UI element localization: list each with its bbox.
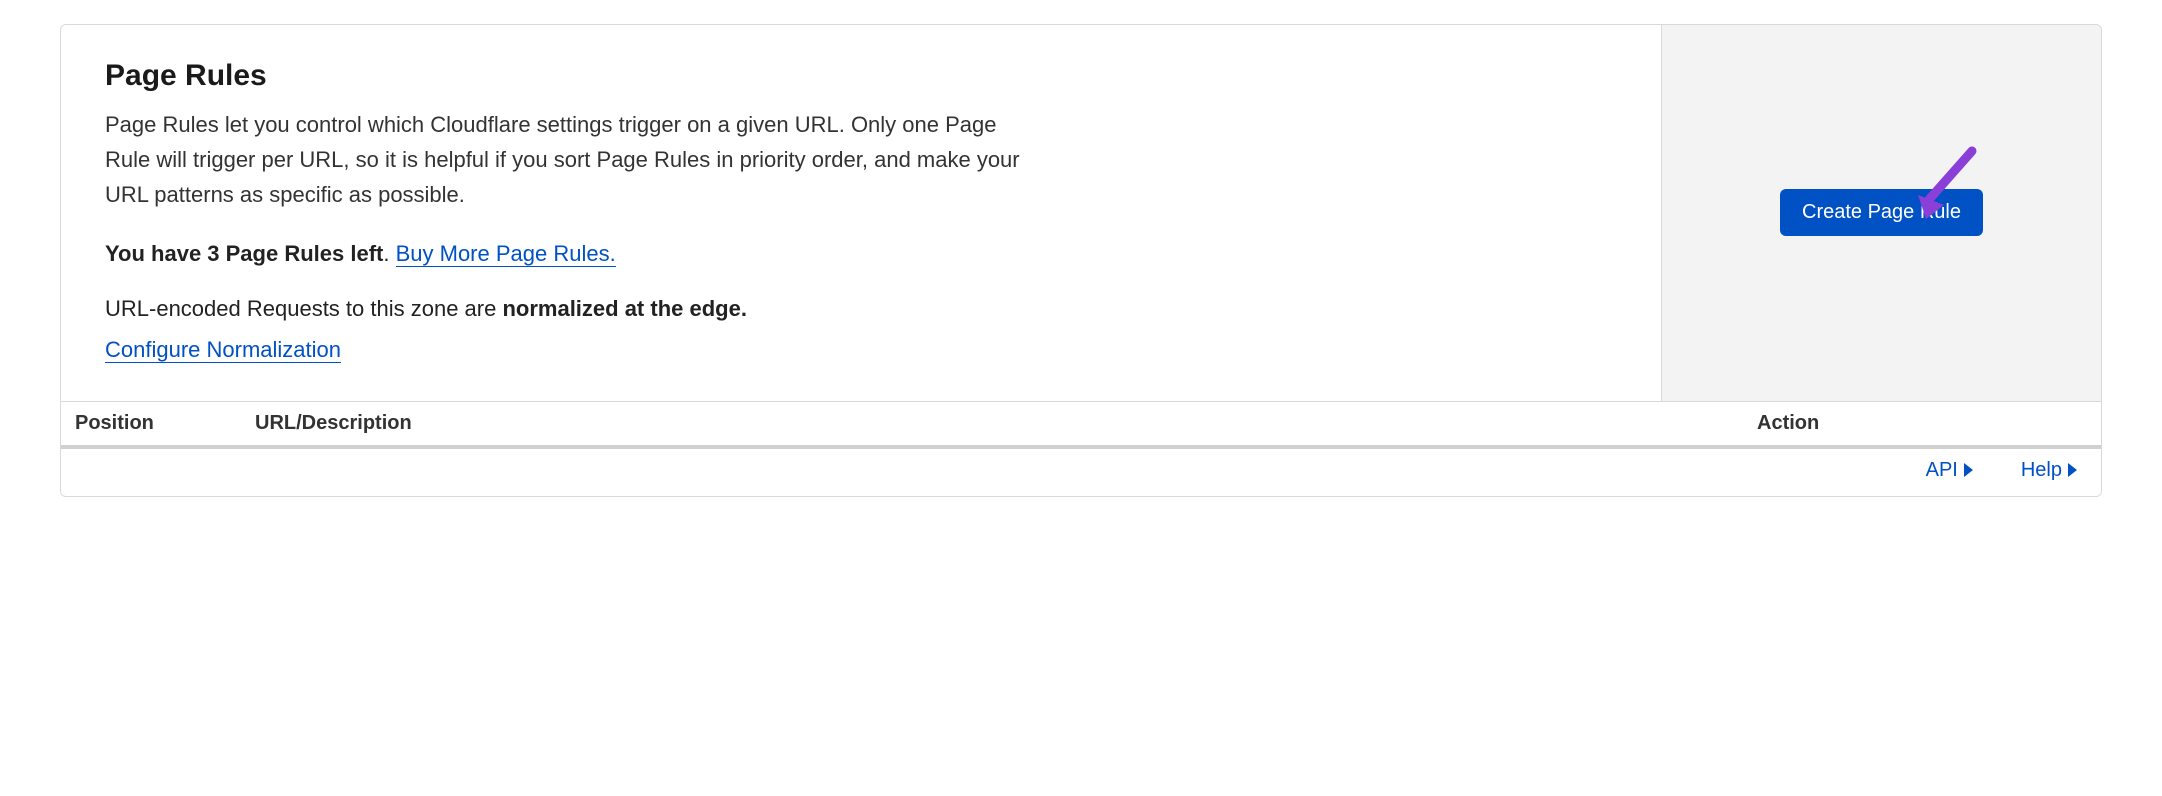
column-header-url: URL/Description — [255, 412, 1757, 435]
page-title: Page Rules — [105, 59, 1617, 93]
page-description: Page Rules let you control which Cloudfl… — [105, 107, 1025, 213]
api-link-label: API — [1926, 459, 1958, 482]
api-link[interactable]: API — [1926, 459, 1973, 482]
caret-right-icon — [2068, 463, 2077, 477]
normalization-bold: normalized at the edge. — [502, 296, 747, 321]
rules-remaining: You have 3 Page Rules left. Buy More Pag… — [105, 241, 1617, 267]
rules-remaining-separator: . — [383, 241, 395, 266]
help-link-label: Help — [2021, 459, 2062, 482]
configure-normalization-link[interactable]: Configure Normalization — [105, 337, 341, 363]
caret-right-icon — [1964, 463, 1973, 477]
create-page-rule-button[interactable]: Create Page Rule — [1780, 189, 1983, 236]
normalization-link-row: Configure Normalization — [105, 332, 1617, 367]
buy-more-link[interactable]: Buy More Page Rules. — [396, 241, 616, 267]
column-header-action: Action — [1757, 412, 2087, 435]
page-rules-card: Page Rules Page Rules let you control wh… — [60, 24, 2102, 497]
normalization-prefix: URL-encoded Requests to this zone are — [105, 296, 502, 321]
rules-table-header: Position URL/Description Action — [61, 401, 2101, 449]
card-top: Page Rules Page Rules let you control wh… — [61, 25, 2101, 401]
action-panel: Create Page Rule — [1661, 25, 2101, 401]
normalization-status: URL-encoded Requests to this zone are no… — [105, 291, 1617, 326]
rules-remaining-count: You have 3 Page Rules left — [105, 241, 383, 266]
card-content: Page Rules Page Rules let you control wh… — [61, 25, 1661, 401]
column-header-position: Position — [75, 412, 255, 435]
help-link[interactable]: Help — [2021, 459, 2077, 482]
card-footer: API Help — [61, 449, 2101, 496]
